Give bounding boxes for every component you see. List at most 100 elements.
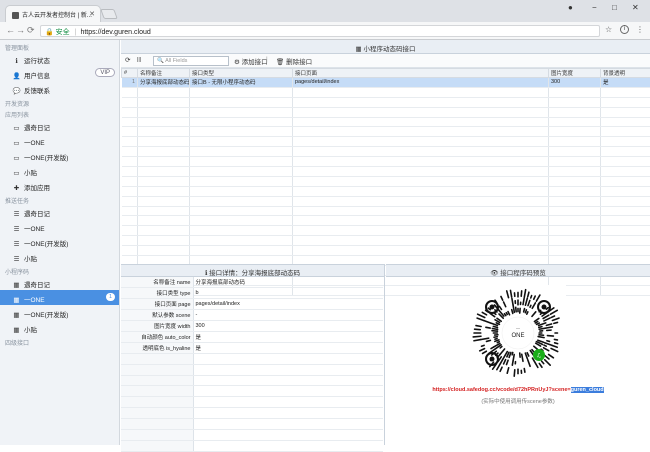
sidebar-item[interactable]: ▭一ONE	[0, 133, 119, 148]
empty-detail-row	[121, 386, 383, 397]
profile-icon[interactable]: ●	[568, 3, 573, 12]
url-input[interactable]: 🔒 安全| https://dev.guren.cloud	[40, 25, 600, 37]
sidebar-section-title: 应用列表	[0, 107, 119, 118]
code-url-prefix: https://cloud.safedog.cc/vcode/d72hPRnUy…	[432, 387, 570, 393]
sidebar-item[interactable]: ▭遇奇日记	[0, 118, 119, 133]
add-icon: ⚙	[234, 59, 242, 66]
sidebar-item[interactable]: ☰一ONE	[0, 219, 119, 234]
search-placeholder: All Fields	[165, 58, 187, 64]
columns-icon[interactable]: |||	[137, 57, 141, 63]
column-header[interactable]: 背景透明	[601, 69, 650, 78]
close-tab-icon[interactable]: ✕	[89, 10, 95, 18]
sidebar-item[interactable]: ▭一ONE(开发版)	[0, 148, 119, 163]
sidebar-item-label: 遇奇日记	[24, 211, 50, 218]
sidebar-item[interactable]: ☰一ONE(开发版)	[0, 234, 119, 249]
delete-interface-button[interactable]: 🗑 删除接口	[276, 56, 312, 66]
sidebar-item[interactable]: ☰小贴	[0, 249, 119, 264]
code-note: (实际中使用调用传scene参数)	[386, 397, 650, 405]
preview-panel: 👁 接口程序码预览 — ONE ℒ https://cloud.safedog.…	[386, 264, 650, 445]
detail-row: 名称备注 name分享海报底部动态码	[121, 277, 383, 288]
empty-detail-row	[121, 440, 383, 451]
extension-icon[interactable]: i	[620, 25, 629, 34]
detail-key: 图片宽度 width	[121, 321, 193, 332]
detail-value[interactable]: -	[193, 310, 383, 321]
sidebar-item[interactable]: ℹ运行状态	[0, 51, 119, 66]
qrcode-icon: ▦	[12, 296, 21, 304]
empty-row	[122, 206, 650, 216]
sidebar-item[interactable]: ▭小贴	[0, 163, 119, 178]
detail-key: 自动颜色 auto_color	[121, 331, 193, 342]
browser-menu-icon[interactable]: ⋮	[636, 25, 644, 34]
qrcode-icon: ▦	[12, 326, 21, 334]
lock-icon: 🔒	[45, 29, 54, 36]
code-url[interactable]: https://cloud.safedog.cc/vcode/d72hPRnUy…	[386, 387, 650, 393]
column-header[interactable]: 图片宽度	[549, 69, 601, 78]
detail-value[interactable]: b	[193, 288, 383, 299]
sidebar-item[interactable]: ▦一ONE1	[0, 290, 119, 305]
empty-detail-row	[121, 397, 383, 408]
table-cell: 1	[122, 78, 138, 88]
sidebar-item[interactable]: ▦一ONE(开发版)	[0, 305, 119, 320]
column-header[interactable]: 接口类型	[190, 69, 293, 78]
sidebar-item[interactable]: ✚添加应用	[0, 178, 119, 193]
qrcode-icon: ▦	[12, 281, 21, 289]
detail-panel: ℹ 接口详情：分享海报底部动态码 名称备注 name分享海报底部动态码接口类型 …	[121, 264, 385, 445]
column-header[interactable]: 名称备注	[138, 69, 190, 78]
search-input[interactable]: 🔍 All Fields	[153, 56, 229, 66]
empty-row	[122, 97, 650, 107]
maximize-button[interactable]: □	[612, 3, 617, 12]
sidebar-item-label: 添加应用	[24, 185, 50, 192]
refresh-icon[interactable]: ⟳	[125, 56, 130, 64]
sidebar-item-label: 反馈联系	[24, 88, 50, 95]
detail-row: 自动颜色 auto_color是	[121, 331, 383, 342]
chat-icon: 💬	[12, 87, 21, 95]
preview-panel-header: 👁 接口程序码预览	[386, 265, 650, 277]
sidebar-item-label: 小贴	[24, 327, 37, 334]
sidebar-item[interactable]: ▦小贴	[0, 320, 119, 335]
sidebar-item[interactable]: 💬反馈联系	[0, 81, 119, 96]
toolbar: ⟳ ||| 🔍 All Fields ⚙ 添加接口 | 🗑 删除接口	[121, 54, 650, 68]
bookmark-star-icon[interactable]: ☆	[605, 25, 612, 34]
detail-value[interactable]: 300	[193, 321, 383, 332]
empty-detail-row	[121, 375, 383, 386]
close-window-button[interactable]: ✕	[632, 3, 639, 12]
minimize-button[interactable]: −	[592, 3, 597, 12]
sidebar-item[interactable]: 👤用户信息VIP	[0, 66, 119, 81]
column-header[interactable]: #	[122, 69, 138, 78]
sidebar-section-title: 小程序码	[0, 264, 119, 275]
empty-detail-row	[121, 353, 383, 364]
secure-label: 安全	[56, 29, 70, 36]
list-icon: ☰	[12, 210, 21, 218]
sidebar-item-label: 一ONE(开发版)	[24, 241, 68, 248]
table-row[interactable]: 1分享海报底部动态码接口B - 无限小程序动态码pages/detail/ind…	[122, 78, 650, 88]
detail-key: 名称备注 name	[121, 277, 193, 288]
browser-tab[interactable]: 古人云开发者控制台 | 新... ✕	[5, 5, 101, 22]
sidebar-section-title: 开发资源	[0, 96, 119, 107]
sidebar-item-label: 一ONE(开发版)	[24, 155, 68, 162]
sidebar-item[interactable]: ☰遇奇日记	[0, 204, 119, 219]
forward-icon[interactable]: →	[16, 25, 25, 35]
detail-value[interactable]: 是	[193, 342, 383, 353]
table-cell: 是	[601, 78, 650, 88]
delete-interface-label: 删除接口	[286, 59, 312, 66]
mini-program-code-image: — ONE ℒ	[470, 285, 566, 381]
empty-row	[122, 167, 650, 177]
empty-row	[122, 176, 650, 186]
empty-row	[122, 186, 650, 196]
column-header[interactable]: 接口页面	[293, 69, 549, 78]
new-tab-button[interactable]	[100, 9, 118, 19]
reload-icon[interactable]: ⟳	[27, 25, 35, 36]
tab-title: 古人云开发者控制台 | 新...	[22, 13, 92, 19]
sidebar-item-label: 小贴	[24, 256, 37, 263]
tab-strip: 古人云开发者控制台 | 新... ✕ ● − □ ✕	[0, 0, 650, 22]
detail-value[interactable]: 分享海报底部动态码	[193, 277, 383, 288]
trash-icon: 🗑	[276, 59, 286, 66]
detail-key: 透明底色 is_hyaline	[121, 342, 193, 353]
empty-row	[122, 216, 650, 226]
add-interface-button[interactable]: ⚙ 添加接口	[234, 56, 268, 66]
detail-value[interactable]: 是	[193, 331, 383, 342]
back-icon[interactable]: ←	[6, 25, 15, 35]
sidebar-item-label: 一ONE	[24, 297, 45, 304]
sidebar-item[interactable]: ▦遇奇日记	[0, 275, 119, 290]
detail-value[interactable]: pages/detail/index	[193, 299, 383, 310]
